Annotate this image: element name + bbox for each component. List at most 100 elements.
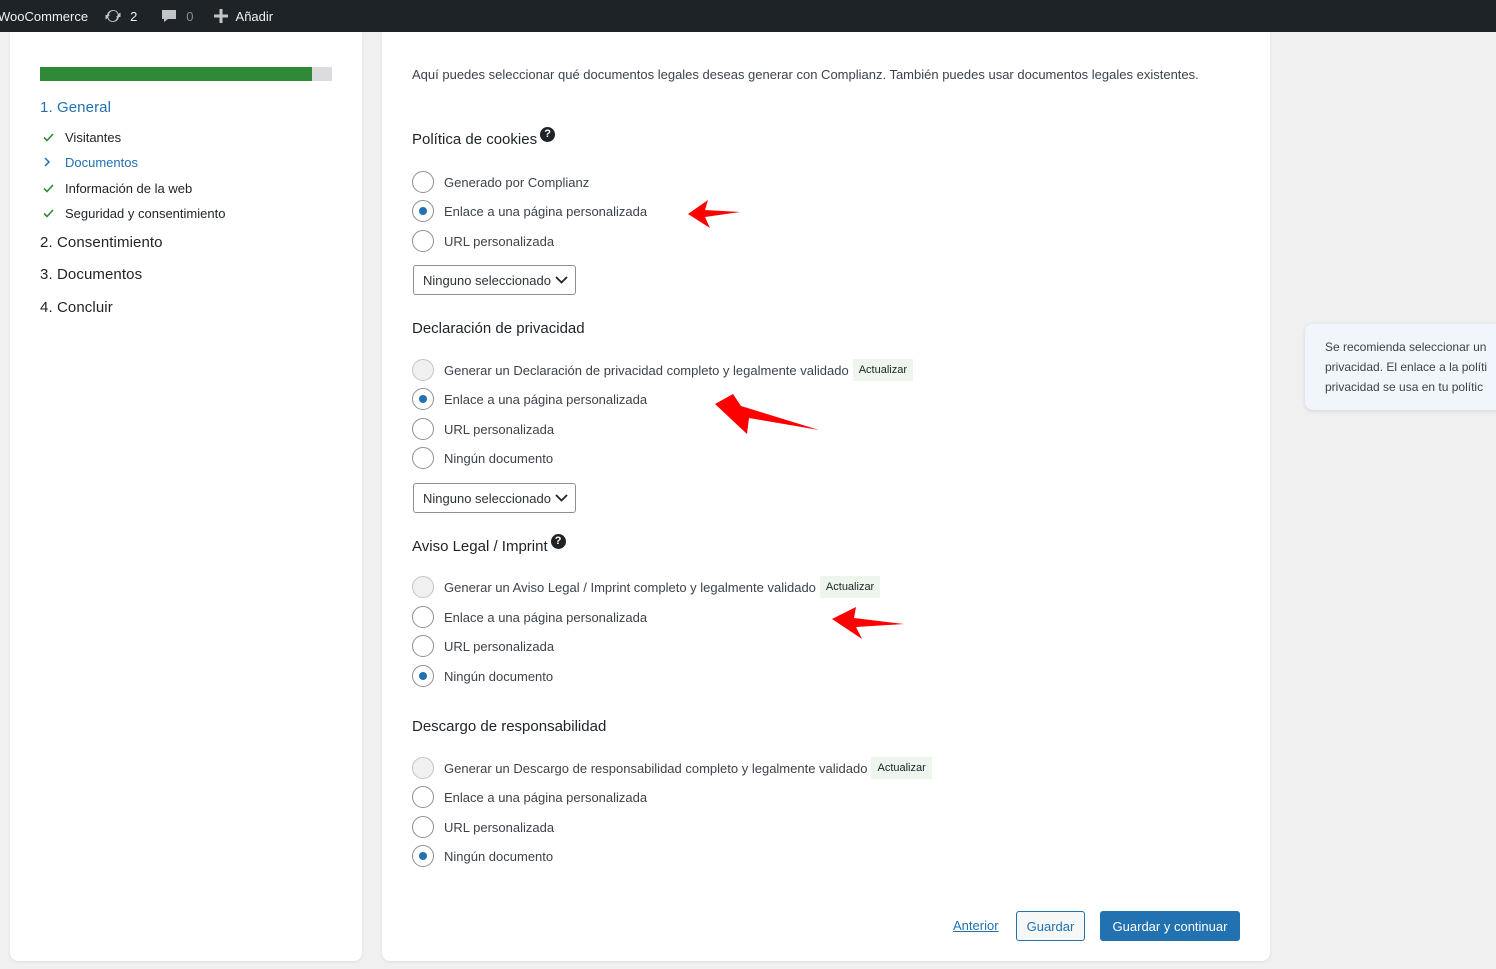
substep-label: Información de la web — [65, 181, 193, 196]
radio-button[interactable] — [412, 757, 434, 779]
previous-button[interactable]: Anterior — [953, 918, 999, 933]
section-title-text: Declaración de privacidad — [412, 320, 585, 337]
substep-documentos[interactable]: Documentos — [43, 155, 138, 170]
progress-bar-fill — [40, 67, 312, 81]
radio-button[interactable] — [412, 816, 434, 838]
annotation-arrow-icon — [715, 394, 819, 434]
check-icon — [43, 181, 65, 196]
updates-count: 2 — [130, 8, 138, 24]
step-label: 1. General — [40, 99, 112, 116]
radio-button[interactable] — [412, 447, 434, 469]
section-title-text: Política de cookies — [412, 131, 538, 148]
update-badge: Actualizar — [852, 359, 913, 381]
step-documentos[interactable]: 3. Documentos — [40, 266, 142, 283]
step-label: 4. Concluir — [40, 299, 113, 316]
radio-option[interactable]: Enlace a una página personalizada — [412, 388, 647, 410]
radio-button[interactable] — [412, 359, 434, 381]
radio-option[interactable]: Ningún documento — [412, 447, 553, 469]
comments-icon — [162, 10, 177, 22]
admin-bar-comments[interactable]: 0 — [161, 0, 194, 32]
tip-line: Se recomienda seleccionar un — [1325, 340, 1487, 354]
radio-option[interactable]: URL personalizada — [412, 635, 554, 657]
progress-bar — [40, 67, 332, 81]
substep-label: Visitantes — [65, 130, 122, 145]
save-button[interactable]: Guardar — [1016, 911, 1085, 941]
help-icon[interactable]: ? — [550, 534, 566, 549]
main-panel: Aquí puedes seleccionar qué documentos l… — [382, 32, 1270, 961]
cookie-policy-page-select[interactable]: Ninguno seleccionado — [413, 265, 576, 295]
admin-bar: WooCommerce 2 0 Añadir — [0, 0, 1496, 32]
chevron-down-icon — [555, 276, 568, 284]
new-label: Añadir — [235, 8, 274, 24]
radio-option[interactable]: Enlace a una página personalizada — [412, 606, 647, 628]
radio-option[interactable]: Enlace a una página personalizada — [412, 200, 647, 222]
radio-label: Enlace a una página personalizada — [444, 789, 648, 805]
radio-label: Ningún documento — [444, 848, 554, 864]
admin-bar-site-name[interactable]: WooCommerce — [0, 0, 88, 32]
radio-option[interactable]: Generar un Aviso Legal / Imprint complet… — [412, 576, 881, 598]
radio-option[interactable]: Generar un Declaración de privacidad com… — [412, 359, 913, 381]
privacy-statement-page-select[interactable]: Ninguno seleccionado — [413, 483, 576, 513]
plus-icon — [213, 9, 228, 23]
comments-count: 0 — [186, 8, 194, 24]
select-value: Ninguno seleccionado — [423, 272, 551, 288]
update-badge: Actualizar — [871, 757, 932, 779]
radio-option[interactable]: Enlace a una página personalizada — [412, 786, 647, 808]
radio-button[interactable] — [412, 576, 434, 598]
chevron-right-icon — [43, 155, 65, 170]
radio-option[interactable]: Generado por Complianz — [412, 171, 589, 193]
substep-visitantes[interactable]: Visitantes — [43, 130, 121, 145]
radio-button[interactable] — [412, 200, 434, 222]
step-concluir[interactable]: 4. Concluir — [40, 299, 113, 316]
radio-button[interactable] — [412, 845, 434, 867]
radio-option[interactable]: URL personalizada — [412, 816, 554, 838]
admin-bar-new[interactable]: Añadir — [213, 0, 274, 32]
annotation-arrow-icon — [832, 607, 904, 639]
save-and-continue-button[interactable]: Guardar y continuar — [1100, 911, 1240, 941]
section-title-cookie-policy: Política de cookies ? — [412, 127, 556, 148]
radio-option[interactable]: URL personalizada — [412, 230, 554, 252]
substep-label: Documentos — [65, 155, 138, 170]
section-title-imprint: Aviso Legal / Imprint ? — [412, 534, 566, 555]
section-title-text: Aviso Legal / Imprint — [412, 538, 548, 555]
check-icon — [43, 206, 65, 221]
step-label: 3. Documentos — [40, 266, 143, 283]
step-general[interactable]: 1. General — [40, 99, 111, 116]
tip-line: privacidad se usa en tu polític — [1325, 380, 1484, 394]
select-value: Ninguno seleccionado — [423, 490, 551, 506]
radio-label: Generar un Aviso Legal / Imprint complet… — [444, 579, 816, 595]
radio-button[interactable] — [412, 230, 434, 252]
help-icon[interactable]: ? — [540, 127, 556, 142]
radio-option[interactable]: Ningún documento — [412, 845, 553, 867]
radio-label: Generado por Complianz — [444, 174, 590, 190]
radio-label: Enlace a una página personalizada — [444, 391, 648, 407]
step-label: 2. Consentimiento — [40, 234, 163, 251]
radio-option[interactable]: Generar un Descargo de responsabilidad c… — [412, 757, 932, 779]
radio-button[interactable] — [412, 635, 434, 657]
radio-label: Enlace a una página personalizada — [444, 203, 648, 219]
radio-button[interactable] — [412, 171, 434, 193]
radio-option[interactable]: Ningún documento — [412, 665, 553, 687]
substep-informacion-web[interactable]: Información de la web — [43, 181, 192, 196]
radio-button[interactable] — [412, 388, 434, 410]
radio-label: Generar un Descargo de responsabilidad c… — [444, 760, 868, 776]
radio-option[interactable]: URL personalizada — [412, 418, 554, 440]
check-icon — [43, 130, 65, 145]
radio-button[interactable] — [412, 786, 434, 808]
radio-label: URL personalizada — [444, 421, 555, 437]
step-consentimiento[interactable]: 2. Consentimiento — [40, 234, 163, 251]
substep-seguridad[interactable]: Seguridad y consentimiento — [43, 206, 225, 221]
section-title-privacy-statement: Declaración de privacidad — [412, 320, 585, 337]
radio-button[interactable] — [412, 665, 434, 687]
radio-label: URL personalizada — [444, 819, 555, 835]
admin-bar-updates[interactable]: 2 — [104, 0, 137, 32]
tip-line: privacidad. El enlace a la políti — [1325, 360, 1488, 374]
radio-button[interactable] — [412, 606, 434, 628]
radio-button[interactable] — [412, 418, 434, 440]
updates-icon — [105, 9, 121, 23]
radio-label: URL personalizada — [444, 233, 555, 249]
radio-label: URL personalizada — [444, 638, 555, 654]
radio-label: Generar un Declaración de privacidad com… — [444, 362, 849, 378]
update-badge: Actualizar — [819, 576, 881, 598]
section-title-text: Descargo de responsabilidad — [412, 718, 607, 735]
